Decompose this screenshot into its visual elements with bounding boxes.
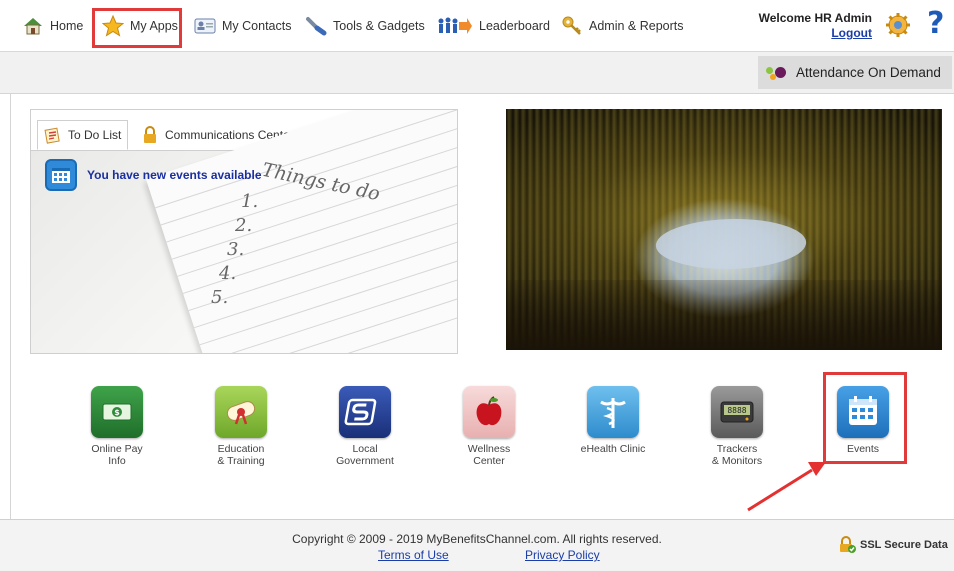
nav-leaderboard[interactable]: Leaderboard: [437, 12, 550, 40]
todo-panel: To Do List Communications Center Things …: [30, 109, 458, 354]
money-icon: $: [91, 386, 143, 438]
lock-icon: [141, 126, 159, 144]
diploma-icon: [215, 386, 267, 438]
notebook-number-4: 4.: [219, 263, 237, 284]
attendance-dots-icon: [766, 65, 788, 81]
government-icon: [339, 386, 391, 438]
arrow-to-events: [747, 462, 826, 512]
nav-my-contacts-label: My Contacts: [222, 19, 292, 33]
footer: Copyright © 2009 - 2019 MyBenefitsChanne…: [0, 519, 954, 571]
nav-my-contacts[interactable]: My Contacts: [194, 12, 291, 40]
app-wellness-center-label: Wellness Center: [467, 443, 511, 467]
attendance-on-demand-button[interactable]: Attendance On Demand: [758, 56, 952, 89]
tools-icon: [305, 15, 327, 37]
nav-admin-reports[interactable]: Admin & Reports: [561, 12, 683, 40]
highlight-events: [823, 372, 907, 464]
app-ehealth-clinic[interactable]: eHealth Clinic: [573, 386, 653, 455]
app-online-pay-info[interactable]: $ Online Pay Info: [77, 386, 157, 467]
logout-link[interactable]: Logout: [759, 26, 872, 41]
tab-todo-list-label: To Do List: [68, 128, 122, 142]
secondary-toolbar: Attendance On Demand: [0, 52, 954, 94]
notebook-number-2: 2.: [235, 215, 253, 236]
nav-home-label: Home: [50, 19, 84, 33]
calendar-icon: [45, 159, 77, 191]
ssl-label: SSL Secure Data: [860, 539, 948, 551]
ssl-lock-icon: [838, 536, 856, 554]
new-events-text: You have new events available: [87, 168, 262, 182]
app-ehealth-clinic-label: eHealth Clinic: [580, 443, 646, 455]
app-local-government-label: Local Government: [336, 443, 394, 467]
welcome-block: Welcome HR Admin Logout: [759, 11, 872, 41]
app-wellness-center[interactable]: Wellness Center: [449, 386, 529, 467]
notebook-number-5: 5.: [211, 287, 229, 308]
new-events-notification[interactable]: You have new events available: [45, 159, 262, 191]
terms-of-use-link[interactable]: Terms of Use: [378, 548, 449, 562]
app-education-training[interactable]: Education & Training: [201, 386, 281, 467]
copyright-text: Copyright © 2009 - 2019 MyBenefitsChanne…: [292, 532, 662, 546]
home-icon: [22, 15, 44, 37]
nav-tools-gadgets[interactable]: Tools & Gadgets: [305, 12, 425, 40]
apple-icon: [463, 386, 515, 438]
svg-text:8888: 8888: [727, 406, 746, 415]
svg-text:$: $: [114, 408, 120, 417]
notebook-number-3: 3.: [227, 239, 245, 260]
app-local-government[interactable]: Local Government: [325, 386, 405, 467]
welcome-text: Welcome HR Admin: [758, 11, 872, 25]
app-education-training-label: Education & Training: [217, 443, 265, 467]
settings-gear-icon[interactable]: [885, 12, 911, 38]
nav-leaderboard-label: Leaderboard: [479, 19, 550, 33]
tab-todo-list[interactable]: To Do List: [37, 120, 129, 150]
todo-list-icon: [44, 126, 62, 144]
notebook-number-1: 1.: [241, 191, 259, 212]
nav-home[interactable]: Home: [22, 12, 83, 40]
nav-tools-gadgets-label: Tools & Gadgets: [333, 19, 425, 33]
caduceus-icon: [587, 386, 639, 438]
app-trackers-monitors[interactable]: 8888 Trackers & Monitors: [697, 386, 777, 467]
help-icon[interactable]: ?: [927, 6, 944, 41]
attendance-on-demand-label: Attendance On Demand: [796, 65, 941, 80]
leaderboard-icon: [437, 15, 473, 37]
contacts-card-icon: [194, 15, 216, 37]
pedometer-icon: 8888: [711, 386, 763, 438]
key-icon: [561, 15, 583, 37]
nav-admin-reports-label: Admin & Reports: [589, 19, 684, 33]
ssl-badge: SSL Secure Data: [838, 536, 948, 554]
arena-photo: [506, 109, 942, 350]
privacy-policy-link[interactable]: Privacy Policy: [525, 548, 600, 562]
app-online-pay-info-label: Online Pay Info: [91, 443, 143, 467]
highlight-my-apps: [92, 8, 182, 48]
